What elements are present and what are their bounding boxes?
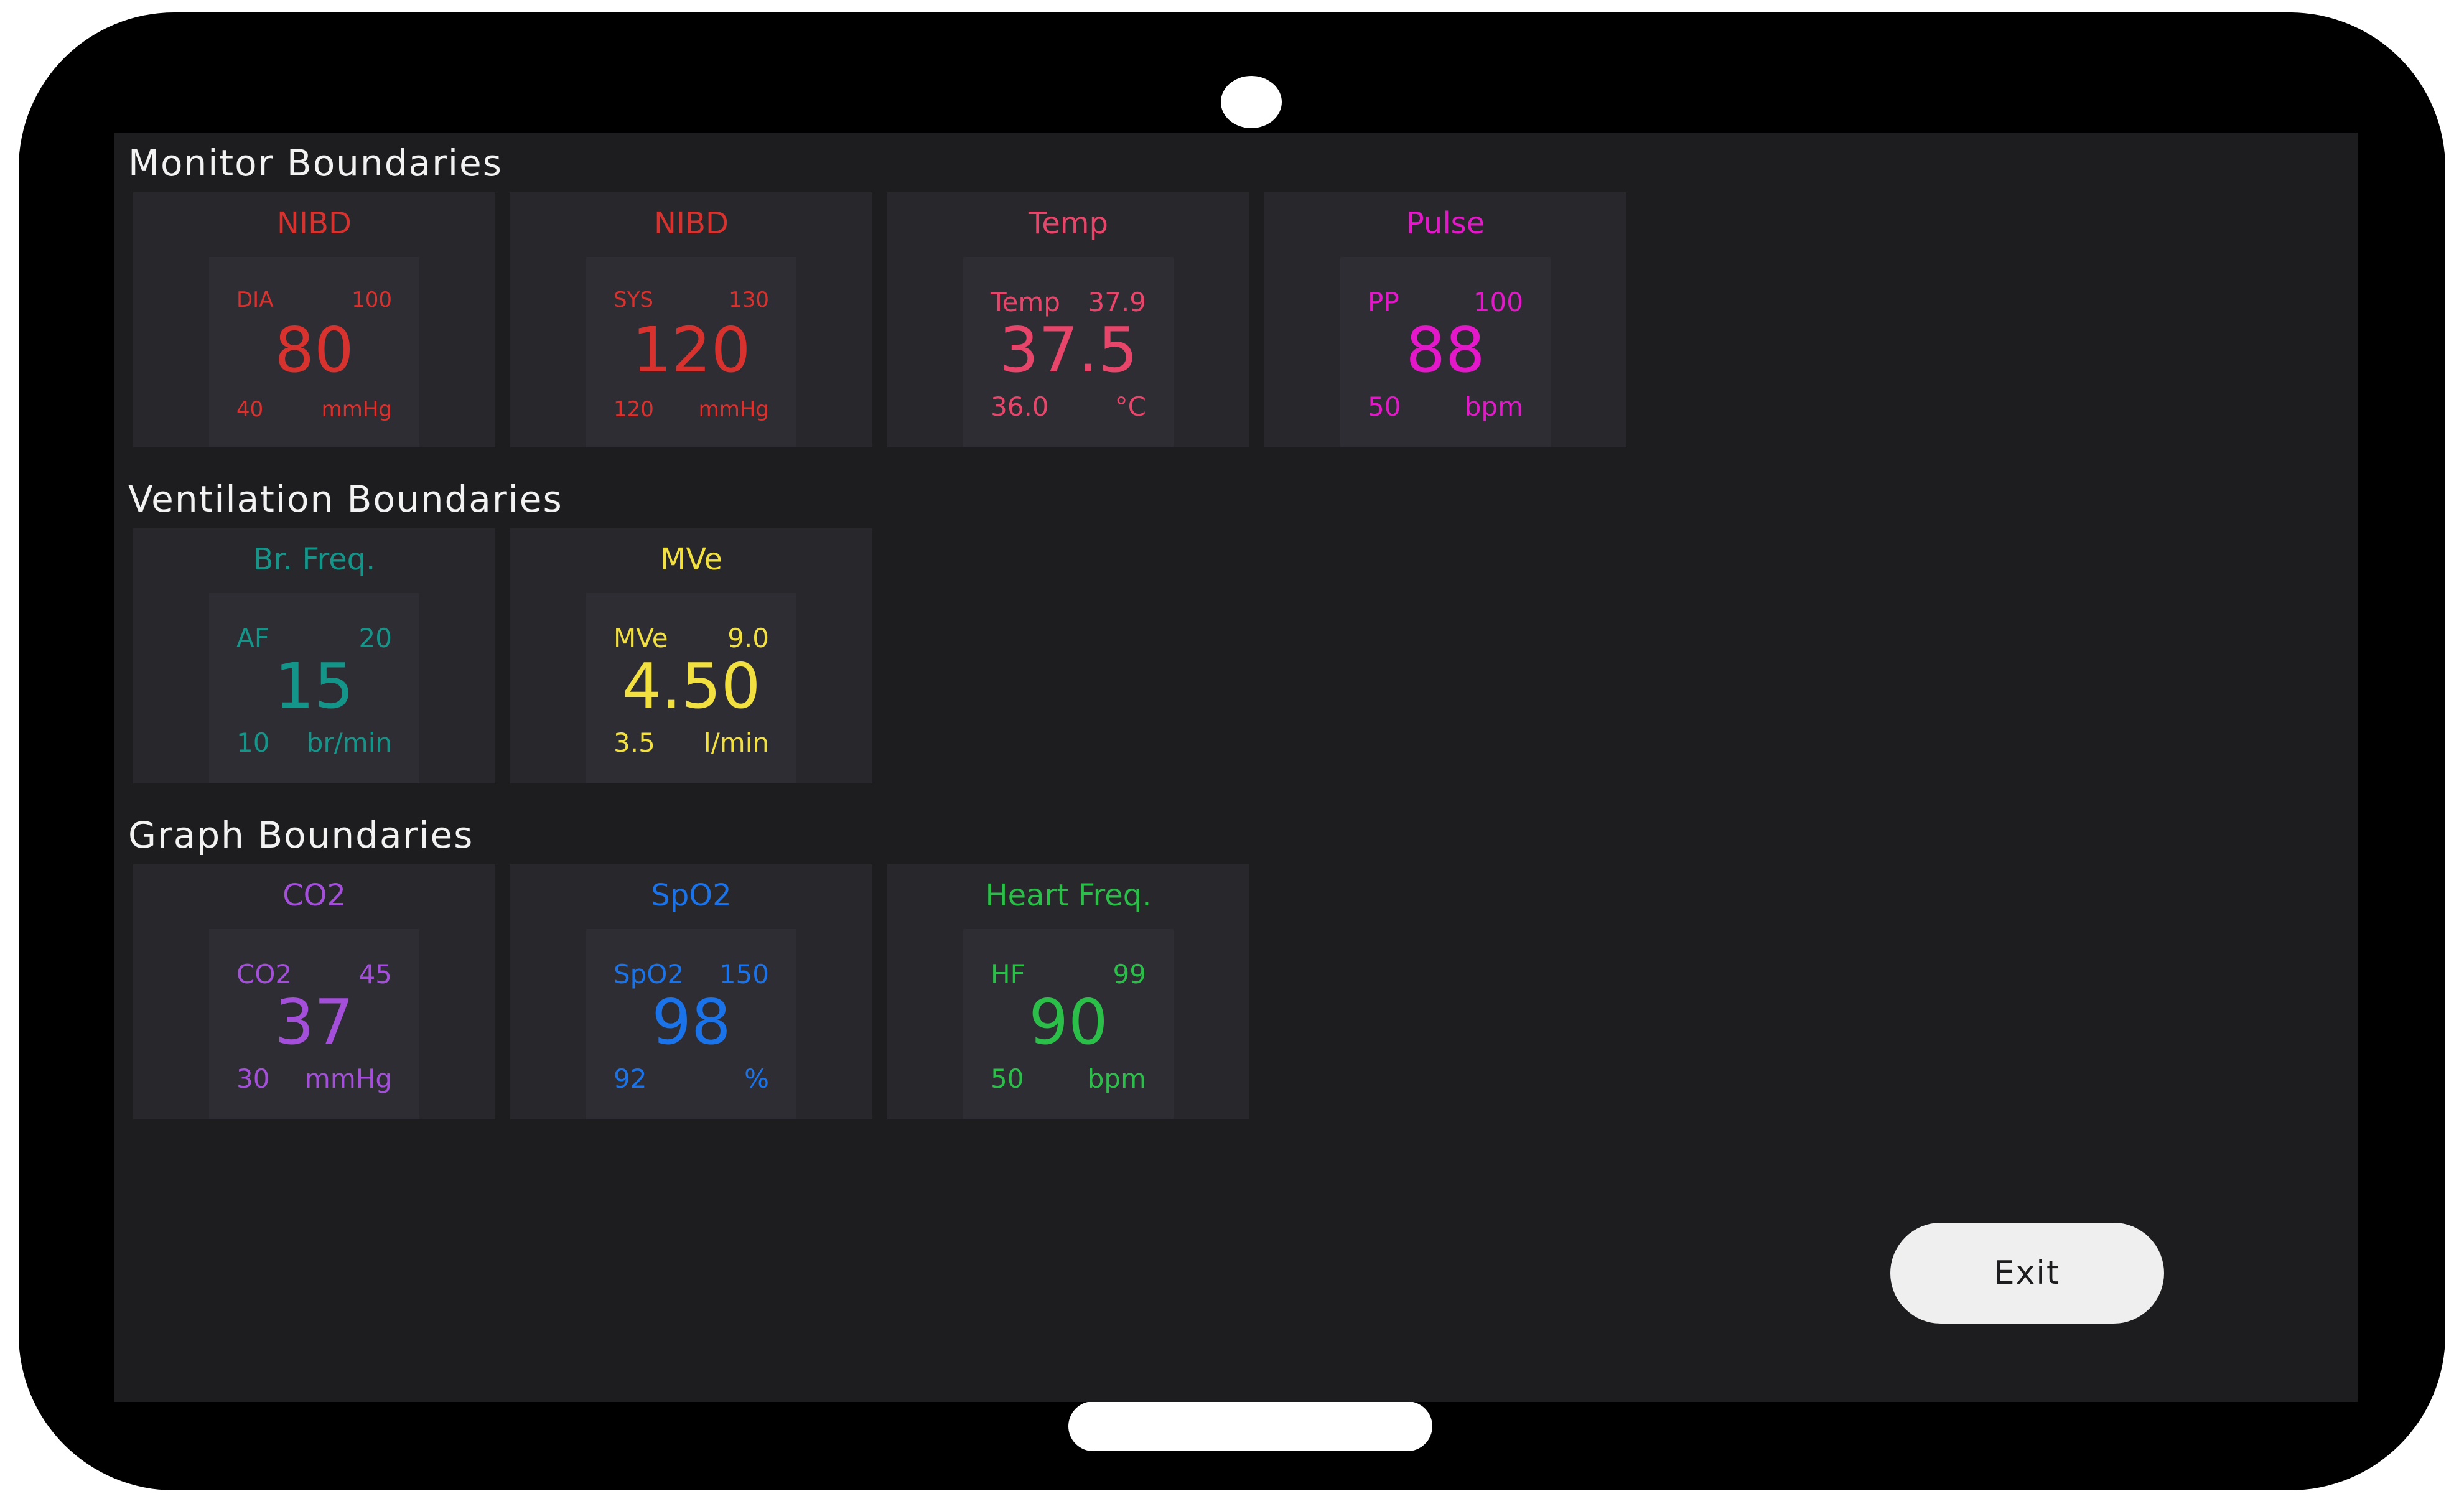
param-label: DIA (236, 287, 274, 312)
param-unit: mmHg (304, 1063, 392, 1094)
value-panel: CO2 45 37 30 mmHg (209, 929, 419, 1119)
upper-limit: 130 (729, 287, 769, 312)
value-panel: DIA 100 80 40 mmHg (209, 257, 419, 447)
param-unit: bpm (1464, 391, 1523, 422)
upper-limit: 37.9 (1088, 287, 1146, 317)
section-title-monitor: Monitor Boundaries (128, 142, 503, 184)
tile-title: NIBD (277, 206, 352, 241)
upper-limit: 99 (1113, 959, 1146, 989)
param-label: CO2 (236, 959, 292, 989)
value-panel: SpO2 150 98 92 % (586, 929, 796, 1119)
tile-spo2[interactable]: SpO2 SpO2 150 98 92 % (510, 864, 872, 1119)
lower-limit: 36.0 (991, 391, 1049, 422)
param-value: 37.5 (999, 314, 1138, 386)
tile-co2[interactable]: CO2 CO2 45 37 30 mmHg (133, 864, 495, 1119)
tile-mve[interactable]: MVe MVe 9.0 4.50 3.5 l/min (510, 528, 872, 783)
upper-limit: 150 (719, 959, 769, 989)
param-label: MVe (614, 623, 668, 653)
value-panel: AF 20 15 10 br/min (209, 593, 419, 783)
upper-limit: 9.0 (727, 623, 769, 653)
param-label: AF (236, 623, 269, 653)
param-value: 98 (651, 986, 731, 1058)
upper-limit: 100 (352, 287, 392, 312)
value-panel: HF 99 90 50 bpm (963, 929, 1174, 1119)
lower-limit: 120 (614, 397, 654, 422)
upper-limit: 45 (358, 959, 392, 989)
param-unit: mmHg (698, 397, 769, 422)
exit-button[interactable]: Exit (1890, 1223, 2164, 1324)
param-label: HF (991, 959, 1025, 989)
param-value: 88 (1406, 314, 1485, 386)
tile-title: Temp (1029, 206, 1108, 241)
tablet-frame: Monitor Boundaries NIBD DIA 100 80 40 mm… (19, 12, 2445, 1490)
tile-br-freq[interactable]: Br. Freq. AF 20 15 10 br/min (133, 528, 495, 783)
lower-limit: 92 (614, 1063, 647, 1094)
camera-icon (1221, 76, 1282, 128)
tile-title: SpO2 (651, 878, 732, 913)
value-panel: PP 100 88 50 bpm (1340, 257, 1551, 447)
lower-limit: 10 (236, 727, 270, 758)
home-bar[interactable] (1068, 1401, 1432, 1451)
param-value: 37 (274, 986, 354, 1058)
upper-limit: 100 (1473, 287, 1523, 317)
upper-limit: 20 (358, 623, 392, 653)
lower-limit: 50 (991, 1063, 1024, 1094)
lower-limit: 50 (1368, 391, 1401, 422)
lower-limit: 40 (236, 397, 264, 422)
value-panel: SYS 130 120 120 mmHg (586, 257, 796, 447)
tile-title: Br. Freq. (253, 542, 376, 577)
param-value: 4.50 (622, 650, 761, 722)
param-unit: % (744, 1063, 769, 1094)
tile-nibd-dia[interactable]: NIBD DIA 100 80 40 mmHg (133, 192, 495, 447)
param-unit: bpm (1087, 1063, 1146, 1094)
param-unit: °C (1114, 391, 1146, 422)
tile-temp[interactable]: Temp Temp 37.9 37.5 36.0 °C (887, 192, 1249, 447)
lower-limit: 3.5 (614, 727, 655, 758)
section-title-graph: Graph Boundaries (128, 814, 474, 856)
param-value: 80 (274, 314, 354, 386)
screen: Monitor Boundaries NIBD DIA 100 80 40 mm… (114, 133, 2358, 1402)
tile-title: CO2 (282, 878, 346, 913)
value-panel: MVe 9.0 4.50 3.5 l/min (586, 593, 796, 783)
tile-title: Heart Freq. (985, 878, 1152, 913)
tile-title: NIBD (654, 206, 729, 241)
tile-heart-freq[interactable]: Heart Freq. HF 99 90 50 bpm (887, 864, 1249, 1119)
param-value: 120 (632, 314, 751, 386)
lower-limit: 30 (236, 1063, 270, 1094)
param-label: PP (1368, 287, 1399, 317)
param-label: SpO2 (614, 959, 684, 989)
param-unit: mmHg (321, 397, 392, 422)
tile-title: MVe (660, 542, 723, 577)
tile-pulse[interactable]: Pulse PP 100 88 50 bpm (1264, 192, 1626, 447)
param-value: 90 (1029, 986, 1108, 1058)
value-panel: Temp 37.9 37.5 36.0 °C (963, 257, 1174, 447)
param-label: SYS (614, 287, 653, 312)
param-unit: l/min (703, 727, 769, 758)
param-label: Temp (991, 287, 1060, 317)
section-title-ventilation: Ventilation Boundaries (128, 478, 563, 520)
tile-nibd-sys[interactable]: NIBD SYS 130 120 120 mmHg (510, 192, 872, 447)
tile-title: Pulse (1406, 206, 1485, 241)
param-value: 15 (274, 650, 354, 722)
param-unit: br/min (306, 727, 392, 758)
